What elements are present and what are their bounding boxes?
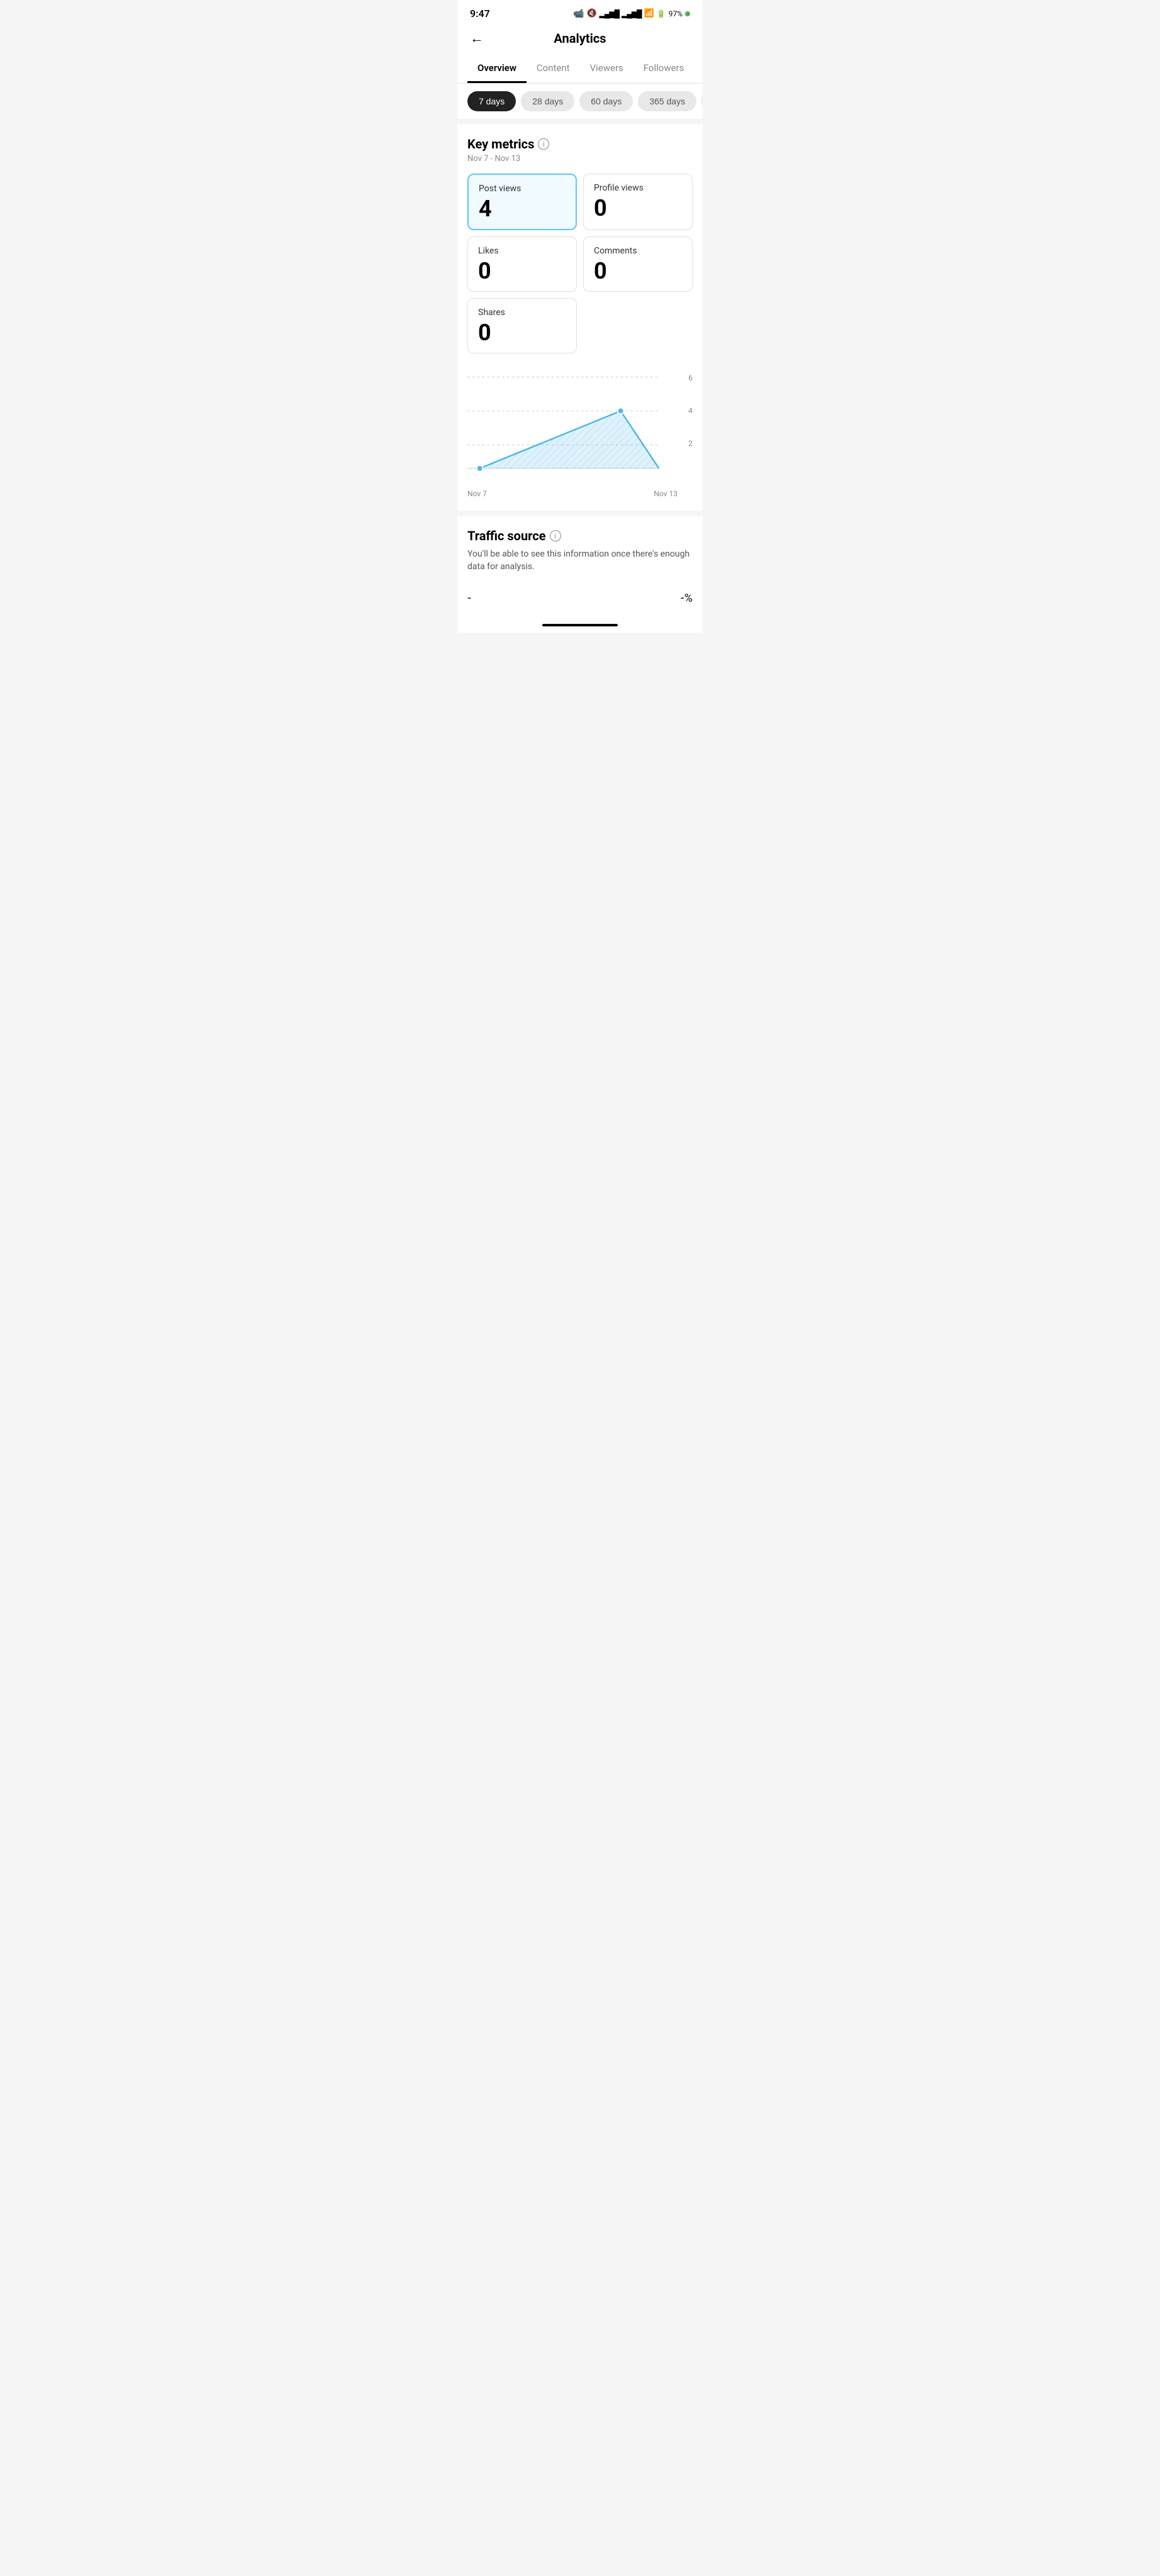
- home-indicator: [542, 624, 618, 626]
- section-header: Key metrics i: [467, 136, 693, 152]
- metric-value-comments: 0: [594, 260, 682, 282]
- period-custom[interactable]: Cu...: [701, 91, 703, 111]
- camera-icon: 📹: [573, 9, 584, 19]
- period-365days[interactable]: 365 days: [638, 91, 696, 111]
- metric-card-profile-views[interactable]: Profile views 0: [583, 174, 693, 230]
- chart-peak-dot: [618, 408, 624, 414]
- metric-card-likes[interactable]: Likes 0: [467, 236, 577, 292]
- metric-card-comments[interactable]: Comments 0: [583, 236, 693, 292]
- traffic-stats-row: - -%: [467, 586, 693, 605]
- green-dot: [685, 11, 690, 16]
- back-button[interactable]: ←: [470, 30, 484, 47]
- traffic-right-value: -%: [681, 592, 693, 605]
- tab-content[interactable]: Content: [527, 55, 580, 83]
- tabs-container: Overview Content Viewers Followers LIVE: [457, 55, 703, 84]
- chart-y-label-6: 6: [688, 374, 693, 382]
- chart-x-label-end: Nov 13: [654, 489, 678, 498]
- status-icons: 📹 🔇 ▂▄▆█ ▂▄▆█ 📶 🔋 97%: [573, 9, 690, 19]
- chart-svg-wrapper: [467, 370, 693, 486]
- chart-svg: [467, 370, 678, 483]
- chart-y-label-2: 2: [688, 439, 693, 448]
- metric-label-post-views: Post views: [479, 184, 566, 194]
- key-metrics-section: Key metrics i Nov 7 - Nov 13 Post views …: [457, 124, 703, 511]
- chart-x-label-start: Nov 7: [467, 489, 487, 498]
- metric-label-likes: Likes: [478, 246, 566, 256]
- wifi-icon: 📶: [644, 9, 654, 18]
- metric-value-likes: 0: [478, 260, 566, 282]
- metric-value-shares: 0: [478, 321, 566, 344]
- signal-icon: ▂▄▆█: [600, 9, 619, 18]
- chart-hatch: [480, 411, 659, 468]
- traffic-info-icon[interactable]: i: [550, 530, 561, 541]
- tab-viewers[interactable]: Viewers: [580, 55, 633, 83]
- section-title: Key metrics: [467, 136, 534, 152]
- tab-overview[interactable]: Overview: [467, 55, 527, 83]
- page-title: Analytics: [554, 31, 606, 46]
- key-metrics-info-icon[interactable]: i: [538, 138, 549, 150]
- period-60days[interactable]: 60 days: [579, 91, 633, 111]
- battery-pct: 97%: [669, 9, 683, 18]
- status-bar: 9:47 📹 🔇 ▂▄▆█ ▂▄▆█ 📶 🔋 97%: [457, 0, 703, 25]
- chart-container: 6 4 2 Nov 7 Nov 13: [467, 364, 693, 498]
- metric-card-shares[interactable]: Shares 0: [467, 298, 577, 353]
- chart-x-labels: Nov 7 Nov 13: [467, 486, 693, 498]
- metric-value-profile-views: 0: [594, 197, 682, 219]
- mute-icon: 🔇: [586, 9, 596, 18]
- chart-area: 6 4 2: [467, 370, 693, 486]
- battery-icon: 🔋: [657, 9, 666, 18]
- tabs-row: Overview Content Viewers Followers LIVE: [457, 55, 703, 83]
- traffic-source-section: Traffic source i You'll be able to see t…: [457, 516, 703, 618]
- period-7days[interactable]: 7 days: [467, 91, 516, 111]
- metric-value-post-views: 4: [479, 197, 566, 220]
- tab-live[interactable]: LIVE: [694, 55, 703, 83]
- metric-label-shares: Shares: [478, 308, 566, 318]
- chart-y-labels: 6 4 2: [688, 370, 693, 475]
- period-selector: 7 days 28 days 60 days 365 days Cu...: [457, 84, 703, 119]
- metric-card-post-views[interactable]: Post views 4: [467, 174, 577, 230]
- traffic-header: Traffic source i: [467, 528, 693, 543]
- traffic-left-value: -: [467, 592, 471, 605]
- header: ← Analytics: [457, 25, 703, 55]
- status-time: 9:47: [470, 8, 490, 19]
- metric-label-profile-views: Profile views: [594, 183, 682, 193]
- metric-label-comments: Comments: [594, 246, 682, 256]
- traffic-title: Traffic source: [467, 528, 546, 543]
- metrics-grid: Post views 4 Profile views 0 Likes 0 Com…: [467, 174, 693, 353]
- date-range: Nov 7 - Nov 13: [467, 154, 693, 164]
- signal2-icon: ▂▄▆█: [622, 9, 641, 18]
- bottom-bar: [457, 618, 703, 633]
- chart-start-dot: [477, 465, 483, 472]
- chart-y-label-4: 4: [688, 406, 693, 415]
- tab-followers[interactable]: Followers: [633, 55, 694, 83]
- period-28days[interactable]: 28 days: [521, 91, 574, 111]
- traffic-description: You'll be able to see this information o…: [467, 548, 693, 573]
